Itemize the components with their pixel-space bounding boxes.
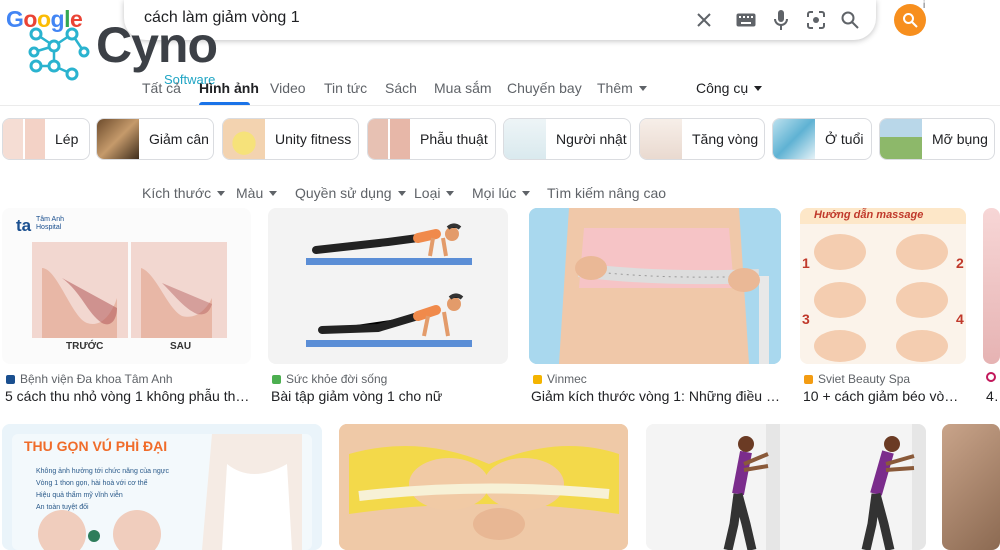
brand-name: Tâm Anh Hospital [36,216,65,231]
favicon-icon [533,374,542,384]
image-heading: Hướng dẫn massage [814,209,924,221]
result-image-2[interactable] [268,208,508,364]
chip-thumbnail [773,119,815,159]
lens-icon[interactable] [804,8,828,32]
tab-shopping[interactable]: Mua sắm [434,80,492,96]
result-source[interactable]: Sức khỏe đời sống [272,372,387,386]
tab-images[interactable]: Hình ảnh [199,80,259,96]
result-title[interactable]: 4 c [986,388,1000,404]
favicon-icon [804,374,813,384]
microphone-icon[interactable] [769,8,793,32]
result-title[interactable]: 5 cách thu nhỏ vòng 1 không phẫu thuật .… [5,388,251,404]
result-title[interactable]: 10 + cách giảm béo vòng ... [803,388,966,404]
filter-type[interactable]: Loại [414,185,455,201]
after-label: SAU [170,341,192,352]
chip-lep[interactable]: Lép [2,118,90,160]
before-label: TRƯỚC [66,341,104,352]
caret-down-icon [638,85,647,91]
tab-more[interactable]: Thêm [597,80,647,96]
result-image-5[interactable] [983,208,1000,364]
chip-tang-vong[interactable]: Tăng vòng [639,118,765,160]
chip-thumbnail [368,119,410,159]
chip-phau-thuat[interactable]: Phẫu thuật [367,118,496,160]
cyno-logo-icon [28,27,90,81]
chip-thumbnail [640,119,682,159]
result-image-9[interactable] [942,424,1000,550]
tab-books[interactable]: Sách [385,80,417,96]
chip-thumbnail [97,119,139,159]
caret-down-icon [217,190,226,196]
result-source[interactable]: Bệnh viện Đa khoa Tâm Anh [6,372,173,386]
result-source[interactable] [986,372,996,382]
svg-text:1: 1 [802,255,810,271]
chip-thumbnail [3,119,45,159]
chip-mo-bung[interactable]: Mỡ bụng [879,118,995,160]
filter-color[interactable]: Màu [236,185,278,201]
advanced-search-link[interactable]: Tìm kiếm nâng cao [547,185,666,201]
search-button[interactable] [894,4,926,36]
brand-mark: ta [16,216,32,235]
filter-usage-rights[interactable]: Quyền sử dụng [295,185,406,201]
divider [0,105,1000,106]
svg-text:2: 2 [956,255,964,271]
chip-giam-can[interactable]: Giảm cân [96,118,214,160]
result-title[interactable]: Giảm kích thước vòng 1: Những điều cần .… [531,388,781,404]
image-bullets: Không ảnh hưởng tới chức năng của ngực V… [36,468,169,511]
favicon-icon [986,372,996,382]
result-title[interactable]: Bài tập giảm vòng 1 cho nữ [271,388,508,404]
tab-news[interactable]: Tin tức [324,80,367,96]
chip-thumbnail [223,119,265,159]
chip-thumbnail [504,119,546,159]
chip-thumbnail [880,119,922,159]
result-source[interactable]: Vinmec [533,372,587,386]
result-image-1[interactable]: ta Tâm Anh Hospital TRƯỚC SAU [2,208,251,364]
tab-video[interactable]: Video [270,80,306,96]
favicon-icon [6,374,15,384]
info-icon[interactable]: i [923,0,925,11]
search-box [124,0,876,40]
watermark-word: Cyno [96,17,218,73]
tab-flights[interactable]: Chuyến bay [507,80,582,96]
tab-all[interactable]: Tất cả [142,80,181,96]
search-icon [903,13,918,28]
caret-down-icon [397,190,406,196]
svg-text:3: 3 [802,311,810,327]
caret-down-icon [522,190,531,196]
caret-down-icon [754,85,763,91]
result-image-7[interactable] [339,424,628,550]
result-source[interactable]: Sviet Beauty Spa [804,372,910,386]
filter-size[interactable]: Kích thước [142,185,226,201]
caret-down-icon [446,190,455,196]
clear-icon[interactable] [692,8,716,32]
image-heading: THU GỌN VÚ PHÌ ĐẠI [24,438,168,454]
search-icon[interactable] [838,8,862,32]
result-image-4[interactable]: 1 2 3 4 Hướng dẫn massage [800,208,966,364]
result-image-3[interactable] [529,208,781,364]
caret-down-icon [269,190,278,196]
filter-time[interactable]: Mọi lúc [472,185,531,201]
svg-text:4: 4 [956,311,964,327]
tools-button[interactable]: Công cụ [696,80,763,96]
chip-unity-fitness[interactable]: Unity fitness [222,118,359,160]
result-image-8[interactable] [646,424,926,550]
keyboard-icon[interactable] [734,8,758,32]
chip-nguoi-nhat[interactable]: Người nhật [503,118,631,160]
chip-o-tuoi[interactable]: Ở tuổi [772,118,872,160]
favicon-icon [272,374,281,384]
search-input[interactable] [142,8,666,28]
result-image-6[interactable]: THU GỌN VÚ PHÌ ĐẠI Không ảnh hưởng tới c… [2,424,322,550]
